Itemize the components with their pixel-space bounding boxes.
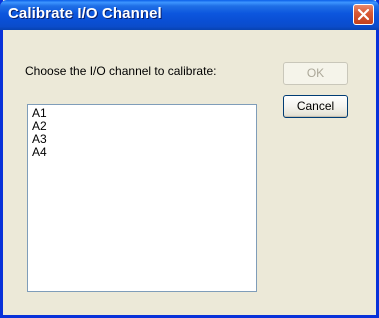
ok-button[interactable]: OK xyxy=(283,62,348,85)
list-item-a1[interactable]: A1 xyxy=(31,107,253,120)
list-item-a4[interactable]: A4 xyxy=(31,146,253,159)
title-bar[interactable]: Calibrate I/O Channel xyxy=(0,0,379,30)
list-item-a3[interactable]: A3 xyxy=(31,133,253,146)
cancel-button[interactable]: Cancel xyxy=(283,95,348,118)
channel-prompt-label: Choose the I/O channel to calibrate: xyxy=(25,64,217,78)
channel-listbox[interactable]: A1 A2 A3 A4 xyxy=(27,104,257,292)
list-item-a2[interactable]: A2 xyxy=(31,120,253,133)
calibrate-dialog: Calibrate I/O Channel Choose the I/O cha… xyxy=(0,0,379,318)
close-x-icon xyxy=(357,8,370,21)
window-title: Calibrate I/O Channel xyxy=(8,5,162,22)
close-button[interactable] xyxy=(353,4,374,25)
